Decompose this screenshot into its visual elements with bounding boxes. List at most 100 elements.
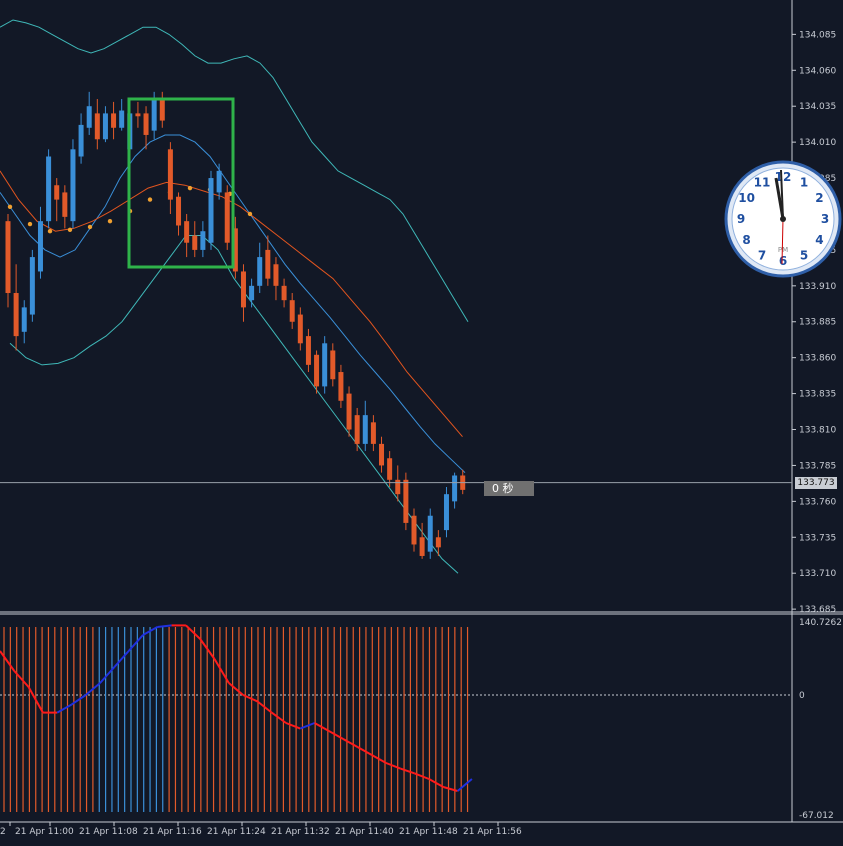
oscillator-line-segment	[285, 722, 301, 730]
candle-body	[143, 113, 149, 135]
price-tick-label: 134.010	[799, 138, 836, 148]
price-tick-label: 134.060	[799, 66, 836, 76]
oscillator-line-segment	[342, 738, 358, 748]
svg-text:3: 3	[821, 212, 829, 226]
candle-body	[240, 271, 246, 308]
svg-text:5: 5	[800, 248, 808, 262]
ma-line	[0, 170, 463, 438]
candle-body	[314, 354, 320, 387]
price-tick-label: 133.760	[799, 497, 836, 507]
price-tick-label: 133.785	[799, 461, 836, 471]
svg-text:PM: PM	[778, 246, 788, 254]
candle-body	[208, 178, 214, 243]
candle-body	[62, 192, 68, 217]
svg-text:7: 7	[758, 248, 766, 262]
time-tick-label: 21 Apr 11:56	[463, 827, 522, 837]
time-tick-label: 21 Apr 11:08	[79, 827, 138, 837]
lower-band	[9, 235, 459, 574]
candle-body	[257, 257, 263, 286]
candle-body	[289, 300, 295, 322]
candle-body	[305, 336, 311, 365]
candle-body	[354, 415, 360, 444]
candle-body	[322, 343, 328, 387]
ma-dot	[27, 221, 33, 227]
oscillator-line-segment	[56, 703, 72, 714]
price-tick-label: 133.735	[799, 533, 836, 543]
main-price-chart[interactable]: 134.085134.060134.035134.010133.985133.9…	[0, 0, 843, 842]
time-tick-label: 21 Apr 11:40	[335, 827, 394, 837]
candle-body	[403, 479, 409, 523]
price-tick-label: 134.085	[799, 30, 836, 40]
candle-body	[94, 113, 100, 140]
candle-body	[387, 458, 393, 480]
candle-body	[216, 170, 222, 193]
candle-body	[411, 515, 417, 545]
svg-text:8: 8	[742, 233, 750, 247]
price-tick-label: 133.685	[799, 605, 836, 615]
sub-tick-label: -67.012	[799, 811, 834, 821]
candle-body	[184, 221, 190, 243]
candle-body	[176, 196, 182, 226]
candle-body	[151, 99, 157, 131]
svg-text:11: 11	[754, 176, 771, 190]
candle-body	[111, 113, 117, 128]
candle-body	[338, 372, 344, 401]
current-price-tag: 133.773	[795, 476, 837, 489]
svg-text:6: 6	[779, 254, 787, 268]
candle-body	[265, 249, 271, 279]
candle-body	[249, 285, 255, 301]
oscillator-line-segment	[113, 650, 130, 668]
oscillator-line-segment	[157, 624, 172, 628]
ma-dot	[187, 185, 193, 191]
ma-dot	[247, 211, 253, 217]
price-tick-label: 133.835	[799, 390, 836, 400]
candle-body	[395, 479, 401, 495]
candle-body	[167, 149, 173, 200]
time-tick-label: 21 Apr 11:48	[399, 827, 458, 837]
candlesticks	[5, 91, 466, 559]
candle-body	[119, 110, 125, 128]
candle-body	[13, 293, 19, 337]
time-tick-label: 21 Apr 11:00	[15, 827, 74, 837]
candle-body	[102, 113, 108, 140]
candle-body	[452, 475, 458, 502]
candle-body	[224, 192, 230, 243]
candle-body	[135, 113, 141, 117]
ma-dot	[7, 204, 13, 209]
price-tick-label: 133.885	[799, 318, 836, 328]
countdown-label: 0 秒	[484, 481, 534, 496]
candle-body	[281, 285, 287, 301]
trading-chart[interactable]: 134.085134.060134.035134.010133.985133.9…	[0, 0, 843, 842]
time-tick-label: 21 Apr 11:24	[207, 827, 266, 837]
candle-body	[159, 99, 165, 121]
price-tick-label: 133.810	[799, 426, 836, 436]
ma-dot	[107, 218, 113, 224]
price-tick-label: 133.710	[799, 569, 836, 579]
svg-text:10: 10	[738, 191, 755, 205]
candle-body	[346, 393, 352, 430]
svg-text:1: 1	[800, 176, 808, 190]
candle-body	[297, 314, 303, 344]
candle-body	[46, 156, 52, 222]
oscillator-line-segment	[456, 778, 473, 792]
ma-dot	[147, 197, 153, 202]
analog-clock-icon: 1234567891011 12 PM	[724, 160, 842, 278]
candle-body	[362, 415, 368, 444]
candle-body	[54, 185, 60, 200]
time-tick-label: 21 Apr 11:32	[271, 827, 330, 837]
price-tick-label: 134.035	[799, 102, 836, 112]
candle-body	[435, 537, 441, 548]
oscillator-line-segment	[400, 767, 416, 775]
candle-body	[37, 221, 43, 272]
ma-dot	[67, 227, 73, 232]
oscillator-pane	[0, 624, 792, 812]
time-tick-label: 2	[0, 827, 6, 837]
svg-text:9: 9	[737, 212, 745, 226]
sub-tick-label: 140.7262	[799, 618, 842, 628]
candle-body	[379, 443, 385, 466]
candle-body	[192, 235, 198, 250]
candle-body	[21, 307, 27, 332]
axes: 134.085134.060134.035134.010133.985133.9…	[0, 0, 843, 837]
candle-body	[419, 537, 425, 556]
price-tick-label: 133.910	[799, 282, 836, 292]
